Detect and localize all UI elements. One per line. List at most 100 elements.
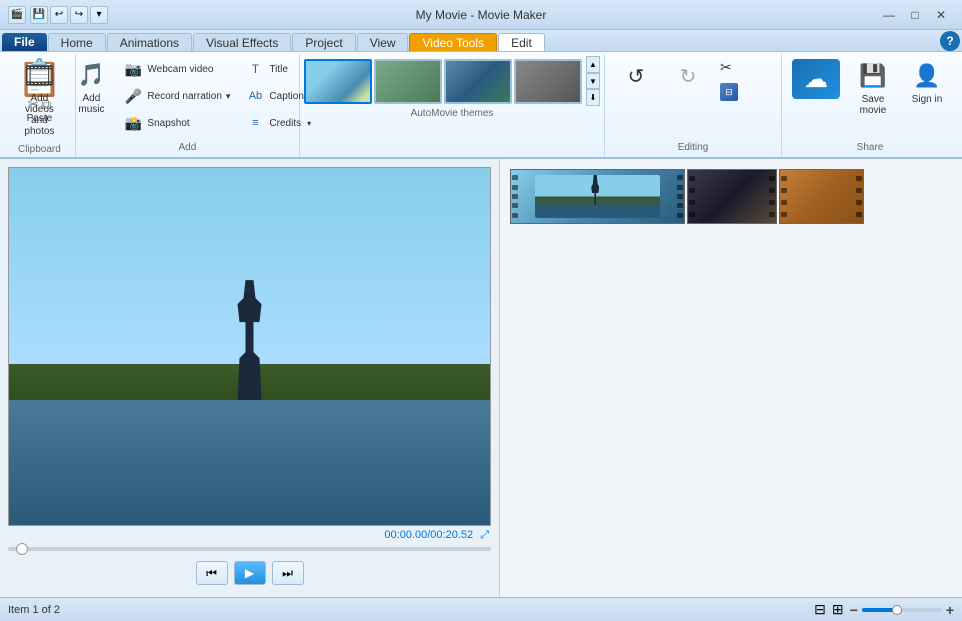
app-icon: 🎬 bbox=[8, 6, 26, 24]
snapshot-button[interactable]: 📸 Snapshot bbox=[118, 110, 238, 136]
zoom-slider[interactable] bbox=[862, 608, 942, 612]
title-bar-left: 🎬 💾 ↩ ↪ ▾ bbox=[8, 6, 108, 24]
tab-view[interactable]: View bbox=[357, 33, 409, 51]
webcam-icon: 📷 bbox=[123, 59, 143, 79]
film-perfs-right-2 bbox=[768, 170, 776, 223]
seek-bar-area[interactable] bbox=[8, 545, 491, 553]
tab-home[interactable]: Home bbox=[48, 33, 106, 51]
app-title: My Movie - Movie Maker bbox=[416, 8, 547, 22]
help-button[interactable]: ? bbox=[940, 31, 960, 51]
storyboard bbox=[500, 159, 962, 597]
record-narration-button[interactable]: 🎤 Record narration ▾ bbox=[118, 83, 238, 109]
capture-group: 📷 Webcam video 🎤 Record narration ▾ 📸 Sn… bbox=[118, 56, 238, 136]
film-perfs-left-3 bbox=[780, 170, 788, 223]
video-preview-panel: 00:00.00/00:20.52 ⤢ ⏮ ▶ ⏭ bbox=[0, 159, 500, 597]
theme-thumb-2[interactable] bbox=[374, 59, 442, 104]
film-perfs-left-2 bbox=[688, 170, 696, 223]
split-button[interactable]: ⊟ bbox=[715, 80, 775, 104]
theme-thumb-4[interactable] bbox=[514, 59, 582, 104]
customize-icon[interactable]: ▾ bbox=[90, 6, 108, 24]
tab-project[interactable]: Project bbox=[292, 33, 355, 51]
water-area bbox=[9, 400, 490, 525]
redo-icon[interactable]: ↪ bbox=[70, 6, 88, 24]
rotate-left-icon: ↺ bbox=[620, 60, 652, 92]
quick-access-toolbar: 💾 ↩ ↪ ▾ bbox=[30, 6, 108, 24]
status-bar: Item 1 of 2 ⊟ ⊞ − + bbox=[0, 597, 962, 621]
timestamp-text: 00:00.00/00:20.52 bbox=[384, 529, 473, 541]
tab-visual-effects[interactable]: Visual Effects bbox=[193, 33, 291, 51]
play-button[interactable]: ▶ bbox=[234, 561, 266, 585]
add-videos-button[interactable]: 🎞 Add videos and photos bbox=[14, 56, 64, 140]
add-videos-icon: 🎞 bbox=[23, 59, 55, 91]
skip-forward-button[interactable]: ⏭ bbox=[272, 561, 304, 585]
rotate-right-icon: ↻ bbox=[672, 60, 704, 92]
sign-in-button[interactable]: 👤 Sign in bbox=[902, 56, 952, 120]
caption-label: Caption bbox=[269, 91, 303, 102]
zoom-bar: − + bbox=[850, 602, 954, 618]
minimize-button[interactable]: — bbox=[876, 5, 902, 25]
tab-edit[interactable]: Edit bbox=[498, 33, 545, 51]
clip1-content bbox=[519, 170, 676, 223]
zoom-in-button[interactable]: + bbox=[946, 602, 954, 618]
expand-icon[interactable]: ⤢ bbox=[480, 529, 489, 541]
seek-bar[interactable] bbox=[8, 547, 491, 551]
ribbon: 📋 ✂ ⧉ Paste Clipboard 🎞 Add videos and p… bbox=[0, 52, 962, 159]
rotate-left-button[interactable]: ↺ bbox=[611, 56, 661, 104]
add-section-label: Add bbox=[179, 140, 197, 155]
rewind-button[interactable]: ⏮ bbox=[196, 561, 228, 585]
screen-icon[interactable]: ⊟ bbox=[814, 601, 826, 618]
save-quick-icon[interactable]: 💾 bbox=[30, 6, 48, 24]
film-clip-1[interactable] bbox=[510, 169, 685, 224]
screen-toggle-icon[interactable]: ⊞ bbox=[832, 601, 844, 618]
film-perfs-right-3 bbox=[855, 170, 863, 223]
film-perfs-right-1 bbox=[676, 170, 684, 223]
save-movie-button[interactable]: 💾 Save movie bbox=[848, 56, 898, 120]
add-music-button[interactable]: 🎵 Add music bbox=[66, 56, 116, 118]
window-controls: — □ ✕ bbox=[876, 5, 954, 25]
skydrive-button[interactable]: ☁ bbox=[788, 56, 844, 120]
split-icon: ⊟ bbox=[720, 83, 738, 101]
add-music-label: Add music bbox=[71, 93, 111, 115]
themes-scroll-up[interactable]: ▲ bbox=[586, 56, 600, 73]
maximize-button[interactable]: □ bbox=[902, 5, 928, 25]
video-controls: ⏮ ▶ ⏭ bbox=[8, 553, 491, 589]
video-frame bbox=[8, 167, 491, 526]
title-label: Title bbox=[269, 64, 288, 75]
trim-button[interactable]: ✂ bbox=[715, 56, 775, 79]
tab-animations[interactable]: Animations bbox=[107, 33, 192, 51]
save-movie-label: Save movie bbox=[860, 94, 887, 116]
zoom-handle[interactable] bbox=[892, 605, 902, 615]
theme-thumb-1[interactable] bbox=[304, 59, 372, 104]
automovie-label: AutoMovie themes bbox=[304, 106, 600, 121]
rotate-right-button[interactable]: ↻ bbox=[663, 56, 713, 104]
undo-icon[interactable]: ↩ bbox=[50, 6, 68, 24]
editing-buttons: ↺ ↻ ✂ ⊟ bbox=[611, 56, 775, 104]
sign-in-icon: 👤 bbox=[911, 60, 943, 92]
close-button[interactable]: ✕ bbox=[928, 5, 954, 25]
main-content: 00:00.00/00:20.52 ⤢ ⏮ ▶ ⏭ bbox=[0, 159, 962, 597]
credits-label: Credits bbox=[269, 118, 301, 129]
theme-thumb-3[interactable] bbox=[444, 59, 512, 104]
record-narration-label: Record narration bbox=[147, 91, 221, 102]
film-clip-2[interactable] bbox=[687, 169, 777, 224]
webcam-label: Webcam video bbox=[147, 64, 213, 75]
snapshot-icon: 📸 bbox=[123, 113, 143, 133]
themes-scroll-down[interactable]: ▼ bbox=[586, 73, 600, 90]
save-movie-icon: 💾 bbox=[857, 60, 889, 92]
film-perfs-left-1 bbox=[511, 170, 519, 223]
clipboard-label: Clipboard bbox=[18, 144, 61, 155]
status-right: ⊟ ⊞ − + bbox=[814, 601, 954, 618]
add-music-icon: 🎵 bbox=[75, 59, 107, 91]
themes-row: ▲ ▼ ⬇ bbox=[304, 56, 600, 106]
tab-file[interactable]: File bbox=[2, 33, 47, 51]
themes-dropdown[interactable]: ⬇ bbox=[586, 89, 600, 106]
automovie-section: ▲ ▼ ⬇ AutoMovie themes bbox=[300, 54, 605, 157]
add-section: 🎞 Add videos and photos 🎵 Add music 📷 We… bbox=[76, 54, 300, 157]
share-label: Share bbox=[857, 140, 884, 155]
webcam-video-button[interactable]: 📷 Webcam video bbox=[118, 56, 238, 82]
tab-video-tools[interactable]: Video Tools bbox=[409, 33, 497, 51]
film-clip-3[interactable] bbox=[779, 169, 864, 224]
title-icon: T bbox=[245, 59, 265, 79]
seek-handle[interactable] bbox=[16, 543, 28, 555]
zoom-out-button[interactable]: − bbox=[850, 602, 858, 618]
